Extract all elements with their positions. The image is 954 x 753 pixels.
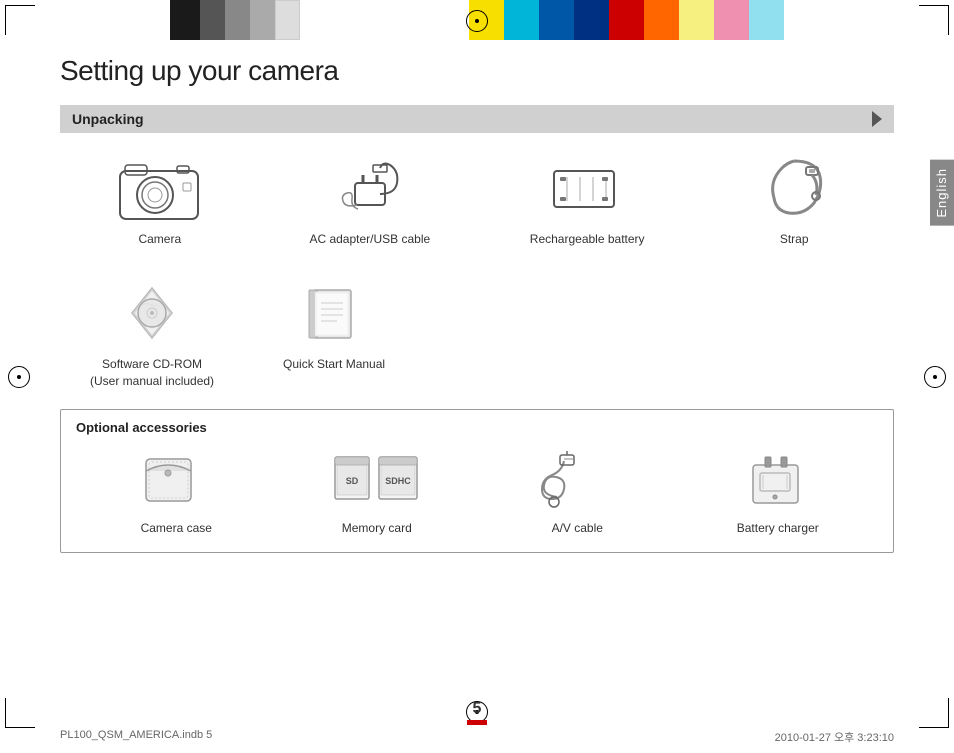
corner-mark-bl <box>5 698 35 728</box>
optional-accessories-section: Optional accessories Camera <box>60 409 894 553</box>
list-item: Camera case <box>126 447 226 537</box>
list-item: SD SDHC Memory card <box>327 447 427 537</box>
footer-left: PL100_QSM_AMERICA.indb 5 <box>60 729 212 745</box>
battery-charger-icon <box>733 447 823 512</box>
reg-mark-top <box>466 10 488 32</box>
list-item: Camera <box>110 153 210 248</box>
page-title: Setting up your camera <box>60 55 894 87</box>
list-item: Battery charger <box>728 447 828 537</box>
memory-card-label: Memory card <box>342 520 412 537</box>
english-tab: English <box>930 160 954 226</box>
footer: PL100_QSM_AMERICA.indb 5 2010-01-27 오후 3… <box>60 729 894 745</box>
camera-case-label: Camera case <box>141 520 212 537</box>
manual-icon <box>289 278 379 348</box>
cd-rom-label: Software CD-ROM(User manual included) <box>90 356 214 390</box>
unpacking-title: Unpacking <box>72 111 144 127</box>
svg-text:SDHC: SDHC <box>385 476 411 486</box>
list-item: Software CD-ROM(User manual included) <box>90 278 214 390</box>
cd-rom-icon <box>107 278 197 348</box>
unpacking-header: Unpacking <box>60 105 894 133</box>
unpacking-items-row2: Software CD-ROM(User manual included) <box>60 278 894 405</box>
reg-mark-right <box>924 366 946 388</box>
list-item: Strap <box>744 153 844 248</box>
list-item: A/V cable <box>527 447 627 537</box>
page-number-area: 5 <box>467 700 487 725</box>
list-item: Quick Start Manual <box>274 278 394 390</box>
ac-adapter-icon <box>325 153 415 223</box>
page-number: 5 <box>467 700 487 718</box>
ac-adapter-label: AC adapter/USB cable <box>309 231 430 248</box>
memory-card-icon: SD SDHC <box>327 447 427 512</box>
optional-header: Optional accessories <box>76 420 878 435</box>
camera-case-icon <box>136 447 216 512</box>
section-arrow <box>872 111 882 127</box>
main-content: Setting up your camera Unpacking <box>60 55 894 708</box>
battery-icon <box>542 153 632 223</box>
av-cable-label: A/V cable <box>552 520 603 537</box>
list-item: Rechargeable battery <box>530 153 645 248</box>
footer-right: 2010-01-27 오후 3:23:10 <box>775 729 894 745</box>
list-item: AC adapter/USB cable <box>309 153 430 248</box>
camera-icon <box>115 153 205 223</box>
corner-mark-br <box>919 698 949 728</box>
camera-label: Camera <box>138 231 181 248</box>
page-bar <box>467 720 487 725</box>
corner-mark-tr <box>919 5 949 35</box>
unpacking-items-row1: Camera AC adapter/USB cab <box>60 143 894 258</box>
optional-items-grid: Camera case SD SDHC <box>76 447 878 537</box>
av-cable-icon <box>532 447 622 512</box>
strap-icon <box>754 153 834 223</box>
corner-mark-tl <box>5 5 35 35</box>
strap-label: Strap <box>780 231 809 248</box>
battery-charger-label: Battery charger <box>737 520 819 537</box>
manual-label: Quick Start Manual <box>283 356 385 373</box>
svg-text:SD: SD <box>345 476 358 486</box>
battery-label: Rechargeable battery <box>530 231 645 248</box>
reg-mark-left <box>8 366 30 388</box>
